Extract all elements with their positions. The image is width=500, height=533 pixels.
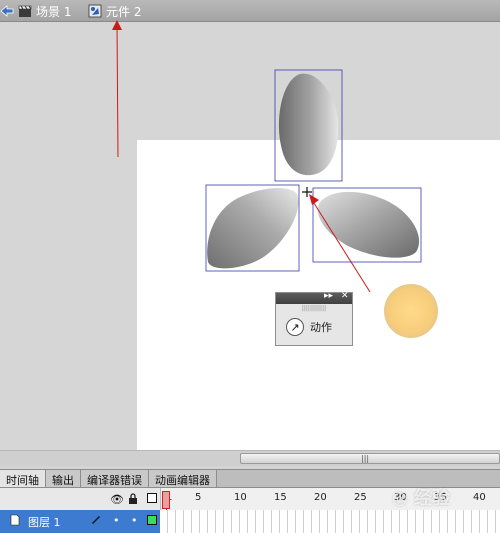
frame-number: 10 bbox=[234, 492, 247, 503]
frame-number: 25 bbox=[354, 492, 367, 503]
frame-number: 5 bbox=[195, 492, 202, 503]
tab-output[interactable]: 输出 bbox=[46, 470, 81, 487]
actions-panel[interactable]: ▸▸ ✕ |||||||||||| ↗ 动作 bbox=[275, 291, 353, 346]
tab-compiler-errors[interactable]: 编译器错误 bbox=[81, 470, 149, 487]
actions-arrow-icon: ↗ bbox=[286, 318, 304, 336]
horizontal-scrollbar[interactable]: ||| bbox=[0, 450, 500, 466]
actions-label: 动作 bbox=[310, 321, 332, 334]
eye-icon[interactable]: 👁 bbox=[110, 493, 124, 506]
petal-left[interactable] bbox=[205, 184, 300, 272]
panel-header[interactable]: ▸▸ ✕ bbox=[276, 291, 352, 304]
tab-timeline[interactable]: 时间轴 bbox=[0, 470, 46, 487]
lock-icon[interactable] bbox=[128, 493, 138, 507]
outline-icon[interactable] bbox=[147, 493, 157, 506]
lock-dot[interactable]: • bbox=[131, 514, 138, 527]
layer-name[interactable]: 图层 1 bbox=[28, 514, 61, 530]
layer-row[interactable]: 图层 1 • • bbox=[0, 510, 160, 533]
petal-top[interactable] bbox=[274, 69, 343, 182]
annotation-arrow-icon bbox=[112, 20, 122, 158]
watermark: ◎ 经验 bbox=[392, 488, 450, 509]
frame-number: 15 bbox=[274, 492, 287, 503]
petal-right[interactable] bbox=[312, 187, 422, 263]
layer-icon bbox=[10, 514, 20, 529]
outline-color-icon[interactable] bbox=[147, 515, 157, 528]
frame-number: 40 bbox=[473, 492, 486, 503]
frame-number: 20 bbox=[314, 492, 327, 503]
pencil-icon[interactable] bbox=[90, 513, 102, 528]
tab-motion-editor[interactable]: 动画编辑器 bbox=[149, 470, 217, 487]
collapse-icon[interactable]: ▸▸ bbox=[324, 291, 333, 301]
frame-grid[interactable] bbox=[160, 510, 500, 533]
scrollbar-grip: ||| bbox=[361, 454, 370, 463]
playhead[interactable] bbox=[162, 491, 170, 509]
scrollbar-thumb[interactable]: ||| bbox=[240, 453, 500, 464]
actions-button[interactable]: ↗ 动作 bbox=[276, 312, 352, 336]
close-icon[interactable]: ✕ bbox=[341, 291, 349, 301]
stage-drawing bbox=[112, 20, 438, 338]
visibility-dot[interactable]: • bbox=[113, 514, 120, 527]
yellow-circle[interactable] bbox=[384, 284, 438, 338]
